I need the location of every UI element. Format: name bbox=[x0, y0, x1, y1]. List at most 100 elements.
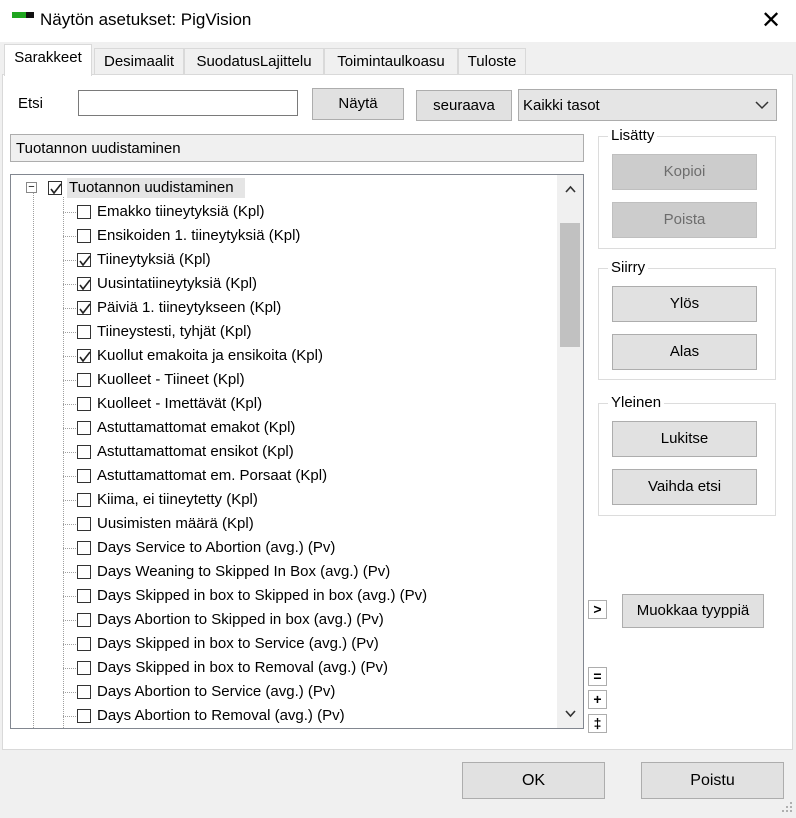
tab-tuloste[interactable]: Tuloste bbox=[458, 48, 526, 75]
collapse-icon[interactable]: − bbox=[26, 182, 37, 193]
tree-item-row[interactable]: Kuollut emakoita ja ensikoita (Kpl) bbox=[11, 345, 556, 369]
tree-item-row[interactable]: Days Abortion to Removal (avg.) (Pv) bbox=[11, 705, 556, 728]
resize-grip-icon[interactable] bbox=[780, 800, 794, 814]
tree-item-row[interactable]: Tiineytyksiä (Kpl) bbox=[11, 249, 556, 273]
move-up-button[interactable]: Ylös bbox=[612, 286, 757, 322]
tab-suodatuslajittelu[interactable]: SuodatusLajittelu bbox=[184, 48, 324, 75]
tree-item-row[interactable]: Kuolleet - Tiineet (Kpl) bbox=[11, 369, 556, 393]
equal-button[interactable]: = bbox=[588, 667, 607, 686]
tab-toimintaulkoasu[interactable]: Toimintaulkoasu bbox=[324, 48, 458, 75]
expand-arrow-button[interactable]: > bbox=[588, 600, 607, 619]
tree-item-checkbox[interactable] bbox=[77, 541, 91, 555]
tree-branch-line bbox=[63, 524, 76, 526]
tree-item-checkbox[interactable] bbox=[77, 397, 91, 411]
tree-branch-line bbox=[63, 500, 76, 502]
tree-item-checkbox[interactable] bbox=[77, 205, 91, 219]
tree-branch-line bbox=[63, 668, 76, 670]
tree-item-row[interactable]: Uusintatiineytyksiä (Kpl) bbox=[11, 273, 556, 297]
tree-item-row[interactable]: Uusimisten määrä (Kpl) bbox=[11, 513, 556, 537]
tree-branch-line bbox=[63, 452, 76, 454]
plus-button[interactable]: + bbox=[588, 690, 607, 709]
tree-item-row[interactable]: Ensikoiden 1. tiineytyksiä (Kpl) bbox=[11, 225, 556, 249]
close-icon[interactable]: ✕ bbox=[756, 6, 786, 36]
tree-item-checkbox[interactable] bbox=[77, 445, 91, 459]
tree-item-label: Tiineytyksiä (Kpl) bbox=[97, 251, 211, 268]
tree-item-checkbox[interactable] bbox=[77, 493, 91, 507]
tree-item-checkbox[interactable] bbox=[77, 325, 91, 339]
tree-item-checkbox[interactable] bbox=[77, 253, 91, 267]
copy-button[interactable]: Kopioi bbox=[612, 154, 757, 190]
tree-root-row[interactable]: − Tuotannon uudistaminen bbox=[11, 177, 556, 201]
scroll-thumb[interactable] bbox=[560, 223, 580, 347]
tree-item-checkbox[interactable] bbox=[77, 637, 91, 651]
tree-item-label: Days Abortion to Service (avg.) (Pv) bbox=[97, 683, 336, 700]
tree-branch-line bbox=[63, 716, 76, 718]
tree-item-row[interactable]: Kiima, ei tiineytetty (Kpl) bbox=[11, 489, 556, 513]
tree-branch-line bbox=[63, 644, 76, 646]
tree-item-checkbox[interactable] bbox=[77, 229, 91, 243]
tree-item-label: Uusintatiineytyksiä (Kpl) bbox=[97, 275, 258, 292]
tree-item-checkbox[interactable] bbox=[77, 469, 91, 483]
tree-item-row[interactable]: Days Abortion to Skipped in box (avg.) (… bbox=[11, 609, 556, 633]
tree-item-checkbox[interactable] bbox=[77, 613, 91, 627]
tree-item-checkbox[interactable] bbox=[77, 709, 91, 723]
delete-button[interactable]: Poista bbox=[612, 202, 757, 238]
search-input[interactable] bbox=[78, 90, 298, 116]
tree-item-label: Days Skipped in box to Service (avg.) (P… bbox=[97, 635, 379, 652]
next-button[interactable]: seuraava bbox=[416, 90, 512, 121]
tree-item-row[interactable]: Emakko tiineytyksiä (Kpl) bbox=[11, 201, 556, 225]
tree-branch-line bbox=[63, 284, 76, 286]
scroll-up-icon[interactable] bbox=[565, 185, 576, 193]
move-down-button[interactable]: Alas bbox=[612, 334, 757, 370]
tree-item-checkbox[interactable] bbox=[77, 277, 91, 291]
ok-button[interactable]: OK bbox=[462, 762, 605, 799]
group-added-title: Lisätty bbox=[608, 127, 658, 144]
show-button[interactable]: Näytä bbox=[312, 88, 404, 120]
tree-branch-line bbox=[63, 692, 76, 694]
tree-item-row[interactable]: Days Abortion to Service (avg.) (Pv) bbox=[11, 681, 556, 705]
tree-item-label: Astuttamattomat ensikot (Kpl) bbox=[97, 443, 294, 460]
tree-item-row[interactable]: Days Service to Abortion (avg.) (Pv) bbox=[11, 537, 556, 561]
tree-item-label: Days Weaning to Skipped In Box (avg.) (P… bbox=[97, 563, 391, 580]
tree-item-label: Astuttamattomat emakot (Kpl) bbox=[97, 419, 296, 436]
tree-item-row[interactable]: Tiineystesti, tyhjät (Kpl) bbox=[11, 321, 556, 345]
selected-path-field: Tuotannon uudistaminen bbox=[10, 134, 584, 162]
tree-branch-line bbox=[63, 260, 76, 262]
tree-branch-line bbox=[63, 548, 76, 550]
tree-item-row[interactable]: Days Weaning to Skipped In Box (avg.) (P… bbox=[11, 561, 556, 585]
tree-checkbox[interactable] bbox=[48, 181, 62, 195]
tree-item-row[interactable]: Days Skipped in box to Removal (avg.) (P… bbox=[11, 657, 556, 681]
tree-scrollbar[interactable] bbox=[557, 175, 583, 728]
tree-item-checkbox[interactable] bbox=[77, 373, 91, 387]
tree-item-label: Days Service to Abortion (avg.) (Pv) bbox=[97, 539, 336, 556]
scroll-down-icon[interactable] bbox=[565, 710, 576, 718]
tree-item-row[interactable]: Days Skipped in box to Service (avg.) (P… bbox=[11, 633, 556, 657]
tree-item-row[interactable]: Astuttamattomat emakot (Kpl) bbox=[11, 417, 556, 441]
tree-item-label: Days Abortion to Removal (avg.) (Pv) bbox=[97, 707, 345, 724]
tree-item-row[interactable]: Kuolleet - Imettävät (Kpl) bbox=[11, 393, 556, 417]
tree-item-row[interactable]: Days Skipped in box to Skipped in box (a… bbox=[11, 585, 556, 609]
tree-item-checkbox[interactable] bbox=[77, 565, 91, 579]
cancel-button[interactable]: Poistu bbox=[641, 762, 784, 799]
change-search-button[interactable]: Vaihda etsi bbox=[612, 469, 757, 505]
tab-desimaalit[interactable]: Desimaalit bbox=[94, 48, 184, 75]
tree-branch-line bbox=[63, 404, 76, 406]
tree-item-checkbox[interactable] bbox=[77, 349, 91, 363]
tab-sarakkeet[interactable]: Sarakkeet bbox=[4, 44, 92, 76]
tree-item-checkbox[interactable] bbox=[77, 685, 91, 699]
tree-item-checkbox[interactable] bbox=[77, 517, 91, 531]
tree-item-checkbox[interactable] bbox=[77, 589, 91, 603]
lock-button[interactable]: Lukitse bbox=[612, 421, 757, 457]
tree-item-checkbox[interactable] bbox=[77, 661, 91, 675]
edit-type-button[interactable]: Muokkaa tyyppiä bbox=[622, 594, 764, 628]
tree-item-checkbox[interactable] bbox=[77, 301, 91, 315]
tree-item-row[interactable]: Astuttamattomat em. Porsaat (Kpl) bbox=[11, 465, 556, 489]
tree-item-row[interactable]: Päiviä 1. tiineytykseen (Kpl) bbox=[11, 297, 556, 321]
tree-item-row[interactable]: Astuttamattomat ensikot (Kpl) bbox=[11, 441, 556, 465]
tree-root-label: Tuotannon uudistaminen bbox=[69, 179, 234, 196]
level-select[interactable]: Kaikki tasot bbox=[518, 89, 777, 121]
double-dagger-button[interactable]: ‡ bbox=[588, 714, 607, 733]
tree-item-checkbox[interactable] bbox=[77, 421, 91, 435]
column-tree[interactable]: − Tuotannon uudistaminen Emakko tiineyty… bbox=[10, 174, 584, 729]
selected-path-text: Tuotannon uudistaminen bbox=[16, 140, 181, 157]
